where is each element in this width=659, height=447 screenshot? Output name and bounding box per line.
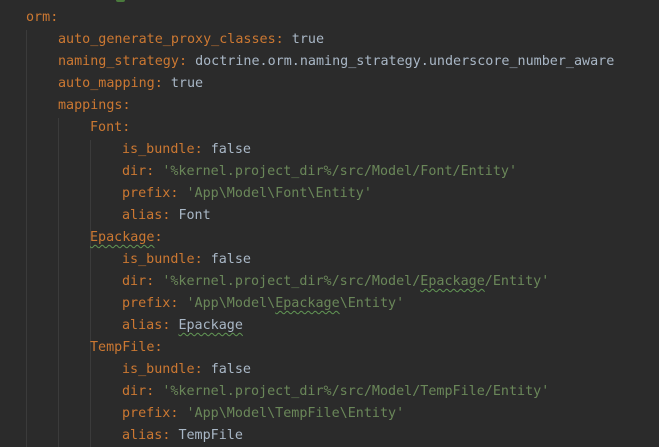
code-line[interactable]: is_bundle: false bbox=[122, 139, 251, 161]
yaml-key: TempFile bbox=[90, 340, 155, 355]
yaml-colon: : bbox=[178, 54, 187, 69]
code-line[interactable]: dir: '%kernel.project_dir%/src/Model/Epa… bbox=[122, 271, 549, 293]
code-line[interactable]: mappings: bbox=[58, 95, 131, 117]
yaml-string-value: 'App\Model\TempFile\Entity' bbox=[186, 406, 405, 421]
yaml-key: prefix bbox=[122, 406, 171, 421]
code-line[interactable]: is_bundle: false bbox=[122, 359, 251, 381]
yaml-key: is_bundle bbox=[122, 362, 195, 377]
yaml-key: prefix bbox=[122, 186, 171, 201]
yaml-key: Epackage bbox=[90, 230, 155, 245]
code-line[interactable]: alias: Epackage bbox=[122, 315, 243, 337]
yaml-value: true bbox=[291, 32, 325, 47]
yaml-colon: : bbox=[194, 252, 203, 267]
yaml-value: false bbox=[210, 362, 251, 377]
yaml-colon: : bbox=[154, 340, 163, 355]
yaml-key: auto_mapping bbox=[58, 76, 155, 91]
code-line[interactable]: orm: bbox=[26, 7, 58, 29]
indent-guide bbox=[90, 140, 91, 447]
yaml-value: false bbox=[210, 142, 251, 157]
yaml-colon: : bbox=[50, 10, 59, 25]
yaml-value: Epackage bbox=[178, 318, 243, 333]
yaml-value: Font bbox=[178, 208, 211, 223]
yaml-value: true bbox=[170, 76, 204, 91]
code-line[interactable]: dir: '%kernel.project_dir%/src/Model/Tem… bbox=[122, 381, 549, 403]
yaml-string-value: '%kernel.project_dir%/src/Model/TempFile… bbox=[162, 384, 550, 399]
yaml-string-value: 'App\Model\Font\Entity' bbox=[186, 186, 372, 201]
code-line[interactable]: Font: bbox=[90, 117, 130, 139]
yaml-string-value: 'App\Model\Epackage\Entity' bbox=[186, 296, 405, 311]
code-line[interactable]: auto_mapping: true bbox=[58, 73, 203, 95]
yaml-key: prefix bbox=[122, 296, 171, 311]
gutter-marker-icon bbox=[116, 0, 125, 2]
code-line[interactable]: is_bundle: false bbox=[122, 249, 251, 271]
code-line[interactable]: naming_strategy: doctrine.orm.naming_str… bbox=[58, 51, 614, 73]
yaml-colon: : bbox=[154, 230, 163, 245]
yaml-key: alias bbox=[122, 318, 163, 333]
indent-guide bbox=[58, 118, 59, 447]
yaml-key: Font bbox=[90, 120, 123, 135]
yaml-key: dir bbox=[122, 384, 147, 399]
yaml-key: auto_generate_proxy_classes bbox=[58, 32, 276, 47]
yaml-key: dir bbox=[122, 274, 147, 289]
code-line[interactable]: Epackage: bbox=[90, 227, 163, 249]
yaml-key: orm bbox=[26, 10, 51, 25]
code-line[interactable]: TempFile: bbox=[90, 337, 163, 359]
yaml-key: alias bbox=[122, 208, 163, 223]
yaml-key: is_bundle bbox=[122, 142, 195, 157]
yaml-string-value: '%kernel.project_dir%/src/Model/Epackage… bbox=[162, 274, 550, 289]
code-line[interactable]: auto_generate_proxy_classes: true bbox=[58, 29, 324, 51]
code-line[interactable]: alias: Font bbox=[122, 205, 211, 227]
yaml-colon: : bbox=[122, 98, 131, 113]
yaml-key: mappings bbox=[58, 98, 123, 113]
yaml-colon: : bbox=[154, 76, 163, 91]
yaml-string-value: '%kernel.project_dir%/src/Model/Font/Ent… bbox=[162, 164, 518, 179]
yaml-value: doctrine.orm.naming_strategy.underscore_… bbox=[195, 54, 615, 69]
yaml-key: alias bbox=[122, 428, 163, 443]
yaml-key: naming_strategy bbox=[58, 54, 179, 69]
code-line[interactable]: prefix: 'App\Model\Epackage\Entity' bbox=[122, 293, 404, 315]
yaml-colon: : bbox=[275, 32, 284, 47]
yaml-colon: : bbox=[194, 362, 203, 377]
yaml-colon: : bbox=[194, 142, 203, 157]
code-line[interactable]: alias: TempFile bbox=[122, 425, 243, 447]
code-line[interactable]: dir: '%kernel.project_dir%/src/Model/Fon… bbox=[122, 161, 517, 183]
indent-guide bbox=[26, 30, 27, 447]
code-editor[interactable]: orm: auto_generate_proxy_classes: true nam… bbox=[0, 0, 659, 447]
yaml-key: is_bundle bbox=[122, 252, 195, 267]
code-line[interactable]: prefix: 'App\Model\TempFile\Entity' bbox=[122, 403, 404, 425]
yaml-key: dir bbox=[122, 164, 147, 179]
code-line[interactable]: prefix: 'App\Model\Font\Entity' bbox=[122, 183, 372, 205]
yaml-colon: : bbox=[122, 120, 131, 135]
yaml-value: TempFile bbox=[178, 428, 243, 443]
yaml-value: false bbox=[210, 252, 251, 267]
